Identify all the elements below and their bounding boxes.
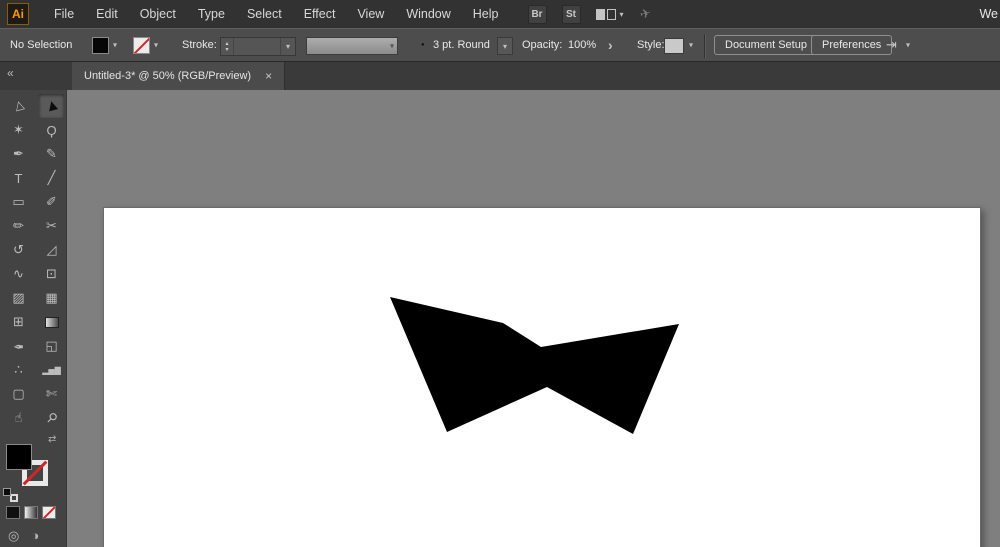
zoom-tool[interactable]: ⚲ — [39, 406, 64, 430]
divider — [704, 34, 705, 58]
menu-bar: Ai FileEditObjectTypeSelectEffectViewWin… — [0, 0, 1000, 28]
rectangle-tool[interactable]: ▭ — [6, 190, 31, 214]
stroke-label[interactable]: Stroke: — [182, 39, 217, 51]
free-transform-tool[interactable]: ⊡ — [39, 262, 64, 286]
style-label[interactable]: Style: — [637, 39, 665, 51]
style-swatch[interactable] — [664, 38, 684, 54]
scissors-tool[interactable]: ✂ — [39, 214, 64, 238]
brush-value[interactable]: 3 pt. Round — [433, 39, 490, 51]
menu-select[interactable]: Select — [236, 7, 293, 21]
brush-preview-icon: ● — [421, 42, 425, 48]
chevron-down-icon[interactable]: ▾ — [689, 41, 693, 50]
paintbrush-tool[interactable]: ✐ — [39, 190, 64, 214]
stroke-weight-stepper[interactable]: ▴▾ ▾ — [220, 37, 296, 56]
hand-tool[interactable]: ☝ — [6, 406, 31, 430]
blend-tool[interactable]: ◱ — [39, 334, 64, 358]
shaper-tool[interactable]: ✏ — [6, 214, 31, 238]
menu-help[interactable]: Help — [462, 7, 510, 21]
pen-tool[interactable]: ✒ — [6, 142, 31, 166]
shape-builder-tool[interactable]: ▨ — [6, 286, 31, 310]
drawn-shape[interactable] — [390, 297, 679, 434]
app-logo-icon[interactable]: Ai — [7, 3, 29, 25]
column-graph-tool[interactable]: ▂▅▇ — [39, 358, 64, 382]
topbar-icons: Br St ▾ ✈ — [528, 5, 651, 24]
workspace-text[interactable]: We — [979, 7, 998, 21]
type-tool[interactable]: T — [6, 166, 31, 190]
slice-tool[interactable]: ✄ — [39, 382, 64, 406]
color-button[interactable] — [6, 506, 20, 519]
line-segment-tool[interactable]: ╱ — [39, 166, 64, 190]
direct-selection-tool[interactable]: ▷ — [6, 94, 31, 118]
color-mode-buttons — [6, 506, 56, 519]
stroke-weight-dropdown-icon[interactable]: ▾ — [280, 38, 295, 55]
chevron-down-icon[interactable]: ▾ — [154, 41, 158, 50]
rotate-tool[interactable]: ↺ — [6, 238, 31, 262]
magic-wand-tool[interactable]: ✶ — [6, 118, 31, 142]
chevron-down-icon[interactable]: ▾ — [113, 41, 117, 50]
selection-tool[interactable]: ▶ — [39, 94, 64, 118]
width-profile-dropdown[interactable]: ▾ — [306, 37, 398, 55]
fill-swatch-toolbar[interactable] — [6, 444, 32, 470]
tools-panel: ▷▶✶Ϙ✒✎T╱▭✐✏✂↺◿∿⊡▨▦⊞✒◱∴▂▅▇▢✄☝⚲ ⇄ ◎◑ — [0, 90, 67, 547]
gradient-button[interactable] — [24, 506, 38, 519]
none-button[interactable] — [42, 506, 56, 519]
menu-items: FileEditObjectTypeSelectEffectViewWindow… — [43, 7, 510, 21]
perspective-grid-tool[interactable]: ▦ — [39, 286, 64, 310]
vector-shape-layer — [67, 90, 1000, 547]
close-tab-icon[interactable]: × — [265, 69, 272, 83]
menu-file[interactable]: File — [43, 7, 85, 21]
stepper-arrows-icon[interactable]: ▴▾ — [221, 38, 234, 55]
selection-status: No Selection — [10, 39, 72, 51]
opacity-value[interactable]: 100% — [568, 39, 596, 51]
scale-tool[interactable]: ◿ — [39, 238, 64, 262]
tools-grid: ▷▶✶Ϙ✒✎T╱▭✐✏✂↺◿∿⊡▨▦⊞✒◱∴▂▅▇▢✄☝⚲ — [0, 90, 66, 430]
eyedropper-tool[interactable]: ✒ — [6, 334, 31, 358]
menu-edit[interactable]: Edit — [85, 7, 129, 21]
width-tool[interactable]: ∿ — [6, 262, 31, 286]
symbol-sprayer-tool[interactable]: ∴ — [6, 358, 31, 382]
fill-color-swatch[interactable] — [92, 37, 109, 54]
document-tab[interactable]: Untitled-3* @ 50% (RGB/Preview) × — [72, 62, 285, 90]
mesh-tool[interactable]: ⊞ — [6, 310, 31, 334]
menu-effect[interactable]: Effect — [293, 7, 347, 21]
stroke-color-swatch[interactable] — [133, 37, 150, 54]
align-options-icon[interactable]: ⇥ — [886, 37, 897, 53]
chevron-down-icon: ▾ — [503, 42, 507, 51]
chevron-down-icon[interactable]: ▾ — [906, 41, 910, 50]
artboard-tool[interactable]: ▢ — [6, 382, 31, 406]
canvas-area[interactable] — [67, 90, 1000, 547]
brush-dropdown-button[interactable]: ▾ — [497, 37, 513, 55]
lasso-tool[interactable]: Ϙ — [39, 118, 64, 142]
menu-type[interactable]: Type — [187, 7, 236, 21]
share-icon[interactable]: ✈ — [638, 5, 653, 23]
curvature-tool[interactable]: ✎ — [39, 142, 64, 166]
opacity-panel-arrow-icon[interactable]: › — [608, 37, 613, 53]
draw-mode-icon[interactable]: ◑ — [31, 528, 39, 544]
arrange-documents-icon[interactable] — [596, 9, 616, 20]
chevron-down-icon[interactable]: ▾ — [620, 10, 624, 19]
bridge-icon[interactable]: Br — [528, 5, 547, 24]
default-fill-stroke-icon[interactable] — [3, 488, 18, 502]
preferences-button[interactable]: Preferences — [811, 35, 892, 55]
menu-view[interactable]: View — [346, 7, 395, 21]
mode-icons: ◎◑ — [8, 528, 39, 544]
opacity-label[interactable]: Opacity: — [522, 39, 562, 51]
document-tab-title: Untitled-3* @ 50% (RGB/Preview) — [84, 70, 251, 82]
gradient-tool[interactable] — [39, 310, 64, 334]
control-bar: No Selection ▾ ▾ Stroke: ▴▾ ▾ ▾ ● 3 pt. … — [0, 28, 1000, 62]
stock-icon[interactable]: St — [562, 5, 581, 24]
swap-fill-stroke-icon[interactable]: ⇄ — [48, 434, 56, 445]
document-tab-bar: « Untitled-3* @ 50% (RGB/Preview) × — [0, 62, 1000, 90]
menu-window[interactable]: Window — [395, 7, 461, 21]
menu-object[interactable]: Object — [129, 7, 187, 21]
stroke-weight-field[interactable] — [234, 38, 280, 55]
document-setup-button[interactable]: Document Setup — [714, 35, 818, 55]
screen-mode-icon[interactable]: ◎ — [8, 528, 19, 544]
chevron-down-icon: ▾ — [390, 42, 394, 51]
collapse-panel-icon[interactable]: « — [7, 66, 14, 80]
